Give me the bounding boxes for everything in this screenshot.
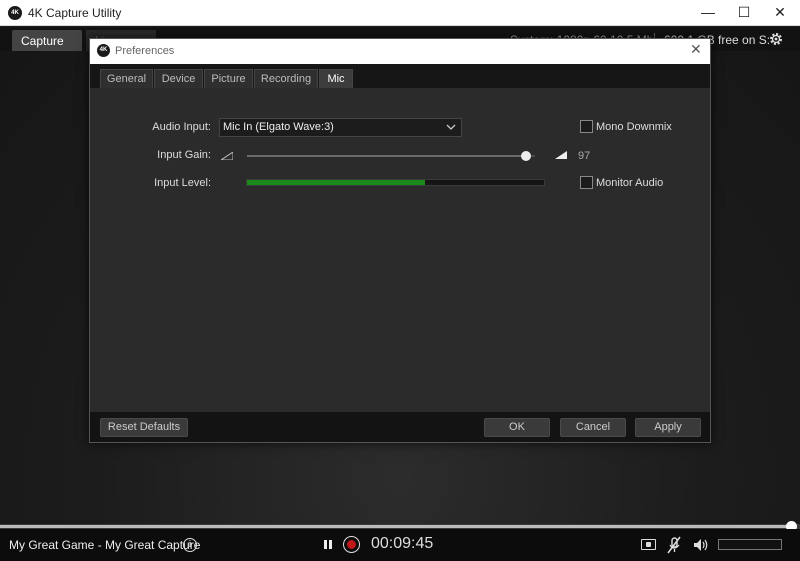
gear-icon[interactable] — [768, 31, 784, 47]
playback-bar: My Great Game - My Great Capture i 00:09… — [0, 529, 800, 561]
speaker-icon[interactable] — [692, 537, 710, 553]
mono-downmix-checkbox[interactable] — [580, 120, 593, 133]
tab-device[interactable]: Device — [154, 69, 203, 89]
dialog-title: Preferences — [115, 45, 175, 57]
capture-title: My Great Game - My Great Capture — [9, 538, 201, 552]
tab-recording[interactable]: Recording — [254, 69, 318, 89]
input-gain-fill — [247, 155, 527, 157]
input-gain-label: Input Gain: — [157, 149, 211, 161]
tab-mic[interactable]: Mic — [319, 69, 353, 89]
record-dot — [346, 539, 356, 549]
audio-input-label: Audio Input: — [152, 121, 211, 133]
window-titlebar: 4K 4K Capture Utility — ☐ ✕ — [0, 0, 800, 26]
volume-meter[interactable] — [718, 539, 782, 550]
input-level-meter — [246, 179, 545, 186]
input-gain-slider[interactable] — [247, 151, 535, 161]
window-title: 4K Capture Utility — [28, 6, 122, 20]
apply-button[interactable]: Apply — [635, 418, 701, 437]
dialog-app-icon: 4K — [97, 44, 110, 57]
timeline-progress — [0, 525, 792, 528]
audio-input-value: Mic In (Elgato Wave:3) — [223, 121, 334, 133]
volume-high-icon — [555, 151, 567, 159]
cancel-button[interactable]: Cancel — [560, 418, 626, 437]
dialog-titlebar: 4K Preferences ✕ — [90, 39, 710, 64]
pause-icon[interactable] — [324, 540, 332, 549]
info-icon[interactable]: i — [183, 538, 197, 552]
close-button[interactable]: ✕ — [762, 0, 798, 26]
input-level-label: Input Level: — [154, 177, 211, 189]
tab-picture[interactable]: Picture — [204, 69, 253, 89]
mono-downmix-label: Mono Downmix — [596, 121, 672, 133]
preferences-tabs: General Device Picture Recording Mic — [90, 64, 710, 89]
volume-low-icon — [221, 152, 233, 160]
monitor-audio-checkbox[interactable] — [580, 176, 593, 189]
dialog-footer: Reset Defaults OK Cancel Apply — [90, 412, 710, 442]
mic-muted-icon[interactable] — [666, 535, 682, 555]
input-level-fill — [247, 180, 426, 185]
minimize-button[interactable]: — — [690, 0, 726, 26]
app-logo-icon: 4K — [8, 6, 22, 20]
record-icon[interactable] — [343, 536, 360, 553]
tab-general[interactable]: General — [100, 69, 153, 89]
chevron-down-icon — [446, 124, 456, 130]
audio-input-select[interactable]: Mic In (Elgato Wave:3) — [219, 118, 462, 137]
ok-button[interactable]: OK — [484, 418, 550, 437]
monitor-audio-label: Monitor Audio — [596, 177, 664, 189]
app-window: 4K 4K Capture Utility — ☐ ✕ Capture Li S… — [0, 0, 800, 561]
screenshot-icon[interactable] — [641, 539, 656, 550]
tab-capture-label: Capture — [21, 34, 64, 48]
reset-defaults-button[interactable]: Reset Defaults — [100, 418, 188, 437]
preferences-dialog: 4K Preferences ✕ General Device Picture … — [89, 38, 711, 443]
dialog-close-button[interactable]: ✕ — [690, 41, 702, 58]
recording-timer: 00:09:45 — [371, 535, 434, 552]
tab-capture[interactable]: Capture — [12, 30, 82, 60]
input-gain-value: 97 — [578, 150, 591, 162]
maximize-button[interactable]: ☐ — [726, 0, 762, 26]
